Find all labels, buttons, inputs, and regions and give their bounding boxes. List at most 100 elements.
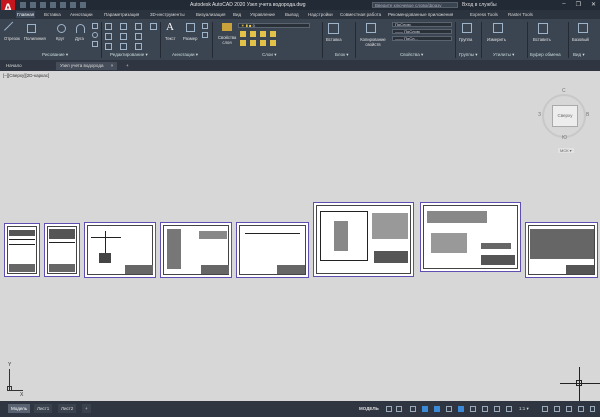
drawing-sheet[interactable] [84,222,156,278]
grid-icon[interactable] [386,406,392,412]
array-icon[interactable] [120,43,127,50]
drawing-sheet[interactable] [525,222,598,278]
drawing-sheet[interactable] [313,202,414,277]
close-tab-icon[interactable]: × [111,63,114,68]
layer-lock-icon[interactable] [270,31,276,37]
layout-tab-sheet2[interactable]: Лист2 [58,404,77,413]
arc-tool[interactable]: Дуга [75,36,84,41]
move-icon[interactable] [105,23,112,30]
group-icon[interactable] [462,23,472,33]
tab-raster-tools[interactable]: Raster Tools [508,11,533,18]
tab-manage[interactable]: Управление [250,11,275,18]
drawing-sheet[interactable] [4,223,40,277]
layer-previous-icon[interactable] [250,40,256,46]
groups-panel-title[interactable]: Группы ▾ [459,52,478,58]
units-icon[interactable] [566,406,572,412]
text-icon[interactable]: A [166,22,175,33]
block-panel-title[interactable]: Блок ▾ [335,52,349,58]
wcs-menu[interactable]: МСК ▾ [558,148,574,153]
measure-icon[interactable] [493,23,503,33]
viewcube[interactable]: С Ю З В Сверху МСК ▾ [538,88,590,153]
measure-tool[interactable]: Измерить [487,37,506,42]
compass-east[interactable]: В [586,112,589,118]
tab-view[interactable]: Вид [233,11,241,18]
insert-block-icon[interactable] [328,23,339,34]
dimension-tool[interactable]: Размер [183,36,197,41]
line-icon[interactable] [4,21,19,37]
base-view-icon[interactable] [578,23,588,33]
ellipse-icon[interactable] [92,32,98,38]
close-button[interactable]: ✕ [591,1,596,8]
copy-icon[interactable] [120,23,127,30]
layer-isolate-icon[interactable] [250,31,256,37]
viewport-controls[interactable]: [–][Сверху][2D-каркас] [3,73,49,78]
annotation-scale[interactable]: 1:1 ▾ [516,404,532,413]
snap-icon[interactable] [396,406,402,412]
ortho-icon[interactable] [410,406,416,412]
text-tool[interactable]: Текст [165,36,176,41]
layer-match-icon[interactable] [240,40,246,46]
mirror-icon[interactable] [105,33,112,40]
linetype-dropdown[interactable]: —— ПоСл... [392,36,452,41]
compass-south[interactable]: Ю [562,135,567,141]
layout-tab-sheet1[interactable]: Лист1 [34,404,53,413]
match-properties-icon[interactable] [366,23,376,33]
modify-panel-title[interactable]: Редактирование ▾ [110,52,148,58]
compass-north[interactable]: С [562,88,566,94]
circle-icon[interactable] [57,24,66,33]
arc-icon[interactable] [76,24,85,33]
print-icon[interactable] [60,2,66,8]
viewcube-top-face[interactable]: Сверху [552,105,578,127]
properties-panel-title[interactable]: Свойства ▾ [400,52,423,58]
table-icon[interactable] [202,32,208,38]
undo-icon[interactable] [70,2,76,8]
annotation-visibility-icon[interactable] [506,406,512,412]
tab-collaborate[interactable]: Совместная работа [340,11,381,18]
utilities-panel-title[interactable]: Утилиты ▾ [493,52,514,58]
lineweight-dropdown[interactable]: —— ПоСлою [392,29,452,34]
tab-home[interactable]: Главная [16,11,36,18]
base-view-tool[interactable]: Базовый [572,37,589,42]
clipboard-panel-title[interactable]: Буфер обмена [530,52,561,57]
fillet-icon[interactable] [135,33,142,40]
layer-properties-tool[interactable]: Свойства слоя [218,35,236,45]
annotation-monitor-icon[interactable] [554,406,560,412]
transparency-icon[interactable] [482,406,488,412]
rectangle-icon[interactable] [92,23,98,29]
tab-insert[interactable]: Вставка [44,11,61,18]
insert-block-tool[interactable]: Вставка [326,37,342,42]
search-input[interactable]: Введите ключевое слово/фразу [372,2,458,8]
drawing-sheet[interactable] [44,223,80,277]
sign-in-button[interactable]: Вход в службы [462,2,497,8]
polyline-tool[interactable]: Полилиния [24,36,46,41]
tab-parametric[interactable]: Параметризация [104,11,139,18]
save-icon[interactable] [40,2,46,8]
hatch-icon[interactable] [92,41,98,47]
isolate-objects-icon[interactable] [578,406,584,412]
trim-icon[interactable] [135,43,142,50]
minimize-button[interactable]: – [562,1,565,8]
scale-icon[interactable] [105,43,112,50]
erase-icon[interactable] [150,23,157,30]
layer-properties-icon[interactable] [222,23,232,31]
group-tool[interactable]: Группа [459,37,472,42]
layout-tab-model[interactable]: Модель [8,404,31,413]
doc-tab-start[interactable]: Начало [2,62,26,70]
rotate-icon[interactable] [135,23,142,30]
polar-tracking-icon[interactable] [422,406,428,412]
tab-annotate[interactable]: Аннотации [70,11,93,18]
new-file-icon[interactable] [20,2,26,8]
tab-express-tools[interactable]: Express Tools [470,11,498,18]
paste-icon[interactable] [538,23,548,34]
customization-menu-icon[interactable] [590,406,595,412]
circle-tool[interactable]: Круг [56,36,64,41]
layer-dropdown[interactable]: ☀ ▮ ■ 0 [238,23,310,28]
object-snap-icon[interactable] [458,406,464,412]
tab-addins[interactable]: Надстройки [308,11,333,18]
dimension-icon[interactable] [186,23,195,32]
tab-visualize[interactable]: Визуализация [196,11,225,18]
drawing-sheet[interactable] [236,222,309,278]
layer-freeze-icon[interactable] [260,31,266,37]
new-tab-button[interactable]: + [122,62,133,70]
add-layout-button[interactable]: + [82,404,91,413]
